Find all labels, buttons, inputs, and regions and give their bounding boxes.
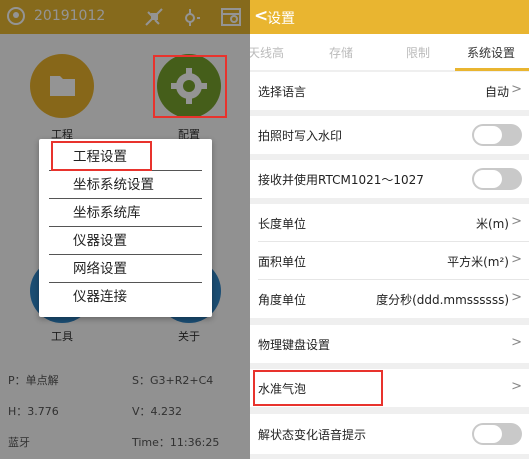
highlight-box-level-bubble: [253, 370, 383, 406]
row-length-unit-label: 长度单位: [258, 217, 307, 231]
composite-screenshot: 20191012 工程 配置 工具 关于 P：单点解 S：G3+R2+C4 H：…: [0, 0, 529, 459]
highlight-box-config: [153, 55, 227, 118]
tab-antenna-height[interactable]: 天线高: [250, 44, 284, 61]
settings-header: < 设置: [250, 0, 529, 34]
tab-storage[interactable]: 存储: [329, 44, 353, 61]
chevron-right-icon: >: [511, 82, 522, 97]
row-language[interactable]: 选择语言 自动 >: [250, 72, 529, 110]
right-screen: < 设置 天线高 存储 限制 系统设置 选择语言 自动 > 拍照时写入水印 接收…: [250, 0, 529, 459]
voice-prompt-toggle[interactable]: [472, 423, 522, 445]
row-length-unit-value: 米(m): [475, 217, 509, 231]
chevron-right-icon: >: [511, 335, 522, 350]
menu-item-instrument-settings[interactable]: 仪器设置: [49, 227, 202, 255]
row-language-value: 自动: [484, 85, 509, 99]
active-tab-indicator: [455, 68, 529, 71]
tab-limits[interactable]: 限制: [406, 44, 430, 61]
row-rtcm: 接收并使用RTCM1021～1027: [250, 160, 529, 198]
chevron-right-icon: >: [511, 290, 522, 305]
left-screen: 20191012 工程 配置 工具 关于 P：单点解 S：G3+R2+C4 H：…: [0, 0, 250, 459]
chevron-right-icon: >: [511, 252, 522, 267]
settings-title: 设置: [267, 11, 295, 27]
tab-system-settings[interactable]: 系统设置: [467, 44, 515, 61]
row-area-unit-value: 平方米(m²): [447, 255, 509, 269]
highlight-box-project-settings: [51, 141, 152, 171]
row-watermark: 拍照时写入水印: [250, 116, 529, 154]
chevron-right-icon: >: [511, 379, 522, 394]
row-keyboard-settings[interactable]: 物理键盘设置 >: [250, 325, 529, 363]
row-watermark-label: 拍照时写入水印: [258, 129, 343, 143]
row-angle-unit[interactable]: 角度单位 度分秒(ddd.mmssssss) >: [250, 280, 529, 318]
menu-item-instrument-connect[interactable]: 仪器连接: [49, 283, 202, 311]
chevron-right-icon: >: [511, 214, 522, 229]
rtcm-toggle[interactable]: [472, 168, 522, 190]
row-language-label: 选择语言: [258, 85, 307, 99]
row-length-unit[interactable]: 长度单位 米(m) >: [250, 204, 529, 242]
row-voice-prompt: 解状态变化语音提示: [250, 414, 529, 454]
settings-tabs: 天线高 存储 限制 系统设置: [250, 34, 529, 70]
row-area-unit[interactable]: 面积单位 平方米(m²) >: [250, 242, 529, 280]
menu-item-coordinate-library[interactable]: 坐标系统库: [49, 199, 202, 227]
watermark-toggle[interactable]: [472, 124, 522, 146]
row-voice-prompt-label: 解状态变化语音提示: [258, 428, 367, 442]
row-angle-unit-value: 度分秒(ddd.mmssssss): [376, 293, 509, 307]
row-rtcm-label: 接收并使用RTCM1021～1027: [258, 173, 424, 187]
row-angle-unit-label: 角度单位: [258, 293, 307, 307]
row-keyboard-settings-label: 物理键盘设置: [258, 338, 331, 352]
menu-item-coordinate-settings[interactable]: 坐标系统设置: [49, 171, 202, 199]
row-area-unit-label: 面积单位: [258, 255, 307, 269]
menu-item-network-settings[interactable]: 网络设置: [49, 255, 202, 283]
